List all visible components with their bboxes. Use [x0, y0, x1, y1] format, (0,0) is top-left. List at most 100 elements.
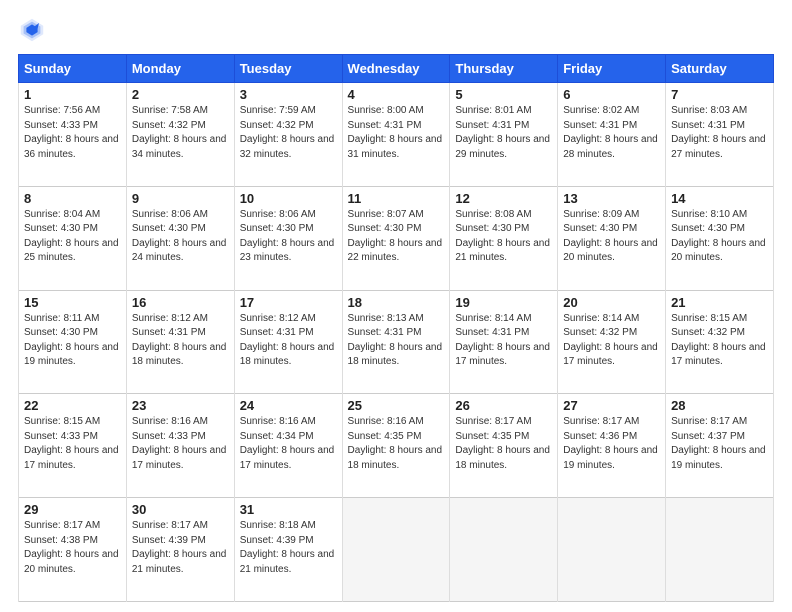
day-cell: 21 Sunrise: 8:15 AMSunset: 4:32 PMDaylig…	[666, 290, 774, 394]
day-info: Sunrise: 8:12 AMSunset: 4:31 PMDaylight:…	[132, 313, 227, 368]
day-cell: 3 Sunrise: 7:59 AMSunset: 4:32 PMDayligh…	[234, 83, 342, 187]
calendar-body: 1 Sunrise: 7:56 AMSunset: 4:33 PMDayligh…	[19, 83, 774, 602]
day-cell: 31 Sunrise: 8:18 AMSunset: 4:39 PMDaylig…	[234, 498, 342, 602]
header-cell-saturday: Saturday	[666, 55, 774, 83]
day-cell: 2 Sunrise: 7:58 AMSunset: 4:32 PMDayligh…	[126, 83, 234, 187]
day-cell: 29 Sunrise: 8:17 AMSunset: 4:38 PMDaylig…	[19, 498, 127, 602]
day-number: 9	[132, 191, 229, 206]
logo	[18, 16, 50, 44]
calendar: SundayMondayTuesdayWednesdayThursdayFrid…	[18, 54, 774, 602]
day-number: 19	[455, 295, 552, 310]
day-number: 22	[24, 398, 121, 413]
day-number: 17	[240, 295, 337, 310]
header-cell-tuesday: Tuesday	[234, 55, 342, 83]
day-number: 12	[455, 191, 552, 206]
day-info: Sunrise: 8:17 AMSunset: 4:38 PMDaylight:…	[24, 520, 119, 575]
week-row-3: 15 Sunrise: 8:11 AMSunset: 4:30 PMDaylig…	[19, 290, 774, 394]
day-cell	[450, 498, 558, 602]
day-number: 24	[240, 398, 337, 413]
day-number: 8	[24, 191, 121, 206]
day-cell: 26 Sunrise: 8:17 AMSunset: 4:35 PMDaylig…	[450, 394, 558, 498]
day-cell: 25 Sunrise: 8:16 AMSunset: 4:35 PMDaylig…	[342, 394, 450, 498]
day-info: Sunrise: 8:09 AMSunset: 4:30 PMDaylight:…	[563, 209, 658, 264]
day-info: Sunrise: 8:06 AMSunset: 4:30 PMDaylight:…	[132, 209, 227, 264]
day-info: Sunrise: 8:14 AMSunset: 4:31 PMDaylight:…	[455, 313, 550, 368]
week-row-1: 1 Sunrise: 7:56 AMSunset: 4:33 PMDayligh…	[19, 83, 774, 187]
day-info: Sunrise: 8:12 AMSunset: 4:31 PMDaylight:…	[240, 313, 335, 368]
day-cell: 4 Sunrise: 8:00 AMSunset: 4:31 PMDayligh…	[342, 83, 450, 187]
day-info: Sunrise: 8:10 AMSunset: 4:30 PMDaylight:…	[671, 209, 766, 264]
week-row-4: 22 Sunrise: 8:15 AMSunset: 4:33 PMDaylig…	[19, 394, 774, 498]
day-info: Sunrise: 8:00 AMSunset: 4:31 PMDaylight:…	[348, 105, 443, 160]
day-cell: 8 Sunrise: 8:04 AMSunset: 4:30 PMDayligh…	[19, 186, 127, 290]
day-info: Sunrise: 8:02 AMSunset: 4:31 PMDaylight:…	[563, 105, 658, 160]
day-cell: 24 Sunrise: 8:16 AMSunset: 4:34 PMDaylig…	[234, 394, 342, 498]
day-info: Sunrise: 8:18 AMSunset: 4:39 PMDaylight:…	[240, 520, 335, 575]
day-number: 1	[24, 87, 121, 102]
day-info: Sunrise: 8:01 AMSunset: 4:31 PMDaylight:…	[455, 105, 550, 160]
day-number: 7	[671, 87, 768, 102]
day-cell	[342, 498, 450, 602]
day-cell: 18 Sunrise: 8:13 AMSunset: 4:31 PMDaylig…	[342, 290, 450, 394]
day-number: 23	[132, 398, 229, 413]
day-cell: 14 Sunrise: 8:10 AMSunset: 4:30 PMDaylig…	[666, 186, 774, 290]
logo-icon	[18, 16, 46, 44]
day-cell: 23 Sunrise: 8:16 AMSunset: 4:33 PMDaylig…	[126, 394, 234, 498]
day-number: 18	[348, 295, 445, 310]
day-number: 31	[240, 502, 337, 517]
day-info: Sunrise: 8:16 AMSunset: 4:34 PMDaylight:…	[240, 416, 335, 471]
day-cell: 19 Sunrise: 8:14 AMSunset: 4:31 PMDaylig…	[450, 290, 558, 394]
day-info: Sunrise: 7:59 AMSunset: 4:32 PMDaylight:…	[240, 105, 335, 160]
day-number: 6	[563, 87, 660, 102]
day-info: Sunrise: 8:16 AMSunset: 4:33 PMDaylight:…	[132, 416, 227, 471]
day-cell: 1 Sunrise: 7:56 AMSunset: 4:33 PMDayligh…	[19, 83, 127, 187]
day-number: 29	[24, 502, 121, 517]
calendar-header: SundayMondayTuesdayWednesdayThursdayFrid…	[19, 55, 774, 83]
day-info: Sunrise: 8:06 AMSunset: 4:30 PMDaylight:…	[240, 209, 335, 264]
header	[18, 16, 774, 44]
day-cell: 9 Sunrise: 8:06 AMSunset: 4:30 PMDayligh…	[126, 186, 234, 290]
day-info: Sunrise: 8:17 AMSunset: 4:37 PMDaylight:…	[671, 416, 766, 471]
day-number: 20	[563, 295, 660, 310]
day-cell: 12 Sunrise: 8:08 AMSunset: 4:30 PMDaylig…	[450, 186, 558, 290]
day-cell: 20 Sunrise: 8:14 AMSunset: 4:32 PMDaylig…	[558, 290, 666, 394]
day-info: Sunrise: 8:13 AMSunset: 4:31 PMDaylight:…	[348, 313, 443, 368]
day-cell	[558, 498, 666, 602]
day-cell: 30 Sunrise: 8:17 AMSunset: 4:39 PMDaylig…	[126, 498, 234, 602]
day-info: Sunrise: 8:07 AMSunset: 4:30 PMDaylight:…	[348, 209, 443, 264]
header-cell-wednesday: Wednesday	[342, 55, 450, 83]
day-number: 4	[348, 87, 445, 102]
day-cell: 15 Sunrise: 8:11 AMSunset: 4:30 PMDaylig…	[19, 290, 127, 394]
day-info: Sunrise: 8:08 AMSunset: 4:30 PMDaylight:…	[455, 209, 550, 264]
day-info: Sunrise: 8:16 AMSunset: 4:35 PMDaylight:…	[348, 416, 443, 471]
day-info: Sunrise: 8:17 AMSunset: 4:36 PMDaylight:…	[563, 416, 658, 471]
day-info: Sunrise: 7:58 AMSunset: 4:32 PMDaylight:…	[132, 105, 227, 160]
day-number: 21	[671, 295, 768, 310]
day-cell: 5 Sunrise: 8:01 AMSunset: 4:31 PMDayligh…	[450, 83, 558, 187]
day-cell: 6 Sunrise: 8:02 AMSunset: 4:31 PMDayligh…	[558, 83, 666, 187]
day-cell: 22 Sunrise: 8:15 AMSunset: 4:33 PMDaylig…	[19, 394, 127, 498]
day-number: 26	[455, 398, 552, 413]
day-cell: 28 Sunrise: 8:17 AMSunset: 4:37 PMDaylig…	[666, 394, 774, 498]
week-row-2: 8 Sunrise: 8:04 AMSunset: 4:30 PMDayligh…	[19, 186, 774, 290]
day-info: Sunrise: 8:15 AMSunset: 4:33 PMDaylight:…	[24, 416, 119, 471]
day-cell: 7 Sunrise: 8:03 AMSunset: 4:31 PMDayligh…	[666, 83, 774, 187]
day-info: Sunrise: 8:17 AMSunset: 4:35 PMDaylight:…	[455, 416, 550, 471]
day-info: Sunrise: 8:03 AMSunset: 4:31 PMDaylight:…	[671, 105, 766, 160]
day-number: 28	[671, 398, 768, 413]
day-cell: 27 Sunrise: 8:17 AMSunset: 4:36 PMDaylig…	[558, 394, 666, 498]
header-cell-friday: Friday	[558, 55, 666, 83]
day-info: Sunrise: 7:56 AMSunset: 4:33 PMDaylight:…	[24, 105, 119, 160]
day-cell: 11 Sunrise: 8:07 AMSunset: 4:30 PMDaylig…	[342, 186, 450, 290]
day-number: 5	[455, 87, 552, 102]
day-cell: 16 Sunrise: 8:12 AMSunset: 4:31 PMDaylig…	[126, 290, 234, 394]
day-info: Sunrise: 8:11 AMSunset: 4:30 PMDaylight:…	[24, 313, 119, 368]
day-cell: 13 Sunrise: 8:09 AMSunset: 4:30 PMDaylig…	[558, 186, 666, 290]
page: SundayMondayTuesdayWednesdayThursdayFrid…	[0, 0, 792, 612]
header-row: SundayMondayTuesdayWednesdayThursdayFrid…	[19, 55, 774, 83]
day-number: 3	[240, 87, 337, 102]
day-cell: 17 Sunrise: 8:12 AMSunset: 4:31 PMDaylig…	[234, 290, 342, 394]
day-info: Sunrise: 8:17 AMSunset: 4:39 PMDaylight:…	[132, 520, 227, 575]
week-row-5: 29 Sunrise: 8:17 AMSunset: 4:38 PMDaylig…	[19, 498, 774, 602]
day-info: Sunrise: 8:15 AMSunset: 4:32 PMDaylight:…	[671, 313, 766, 368]
